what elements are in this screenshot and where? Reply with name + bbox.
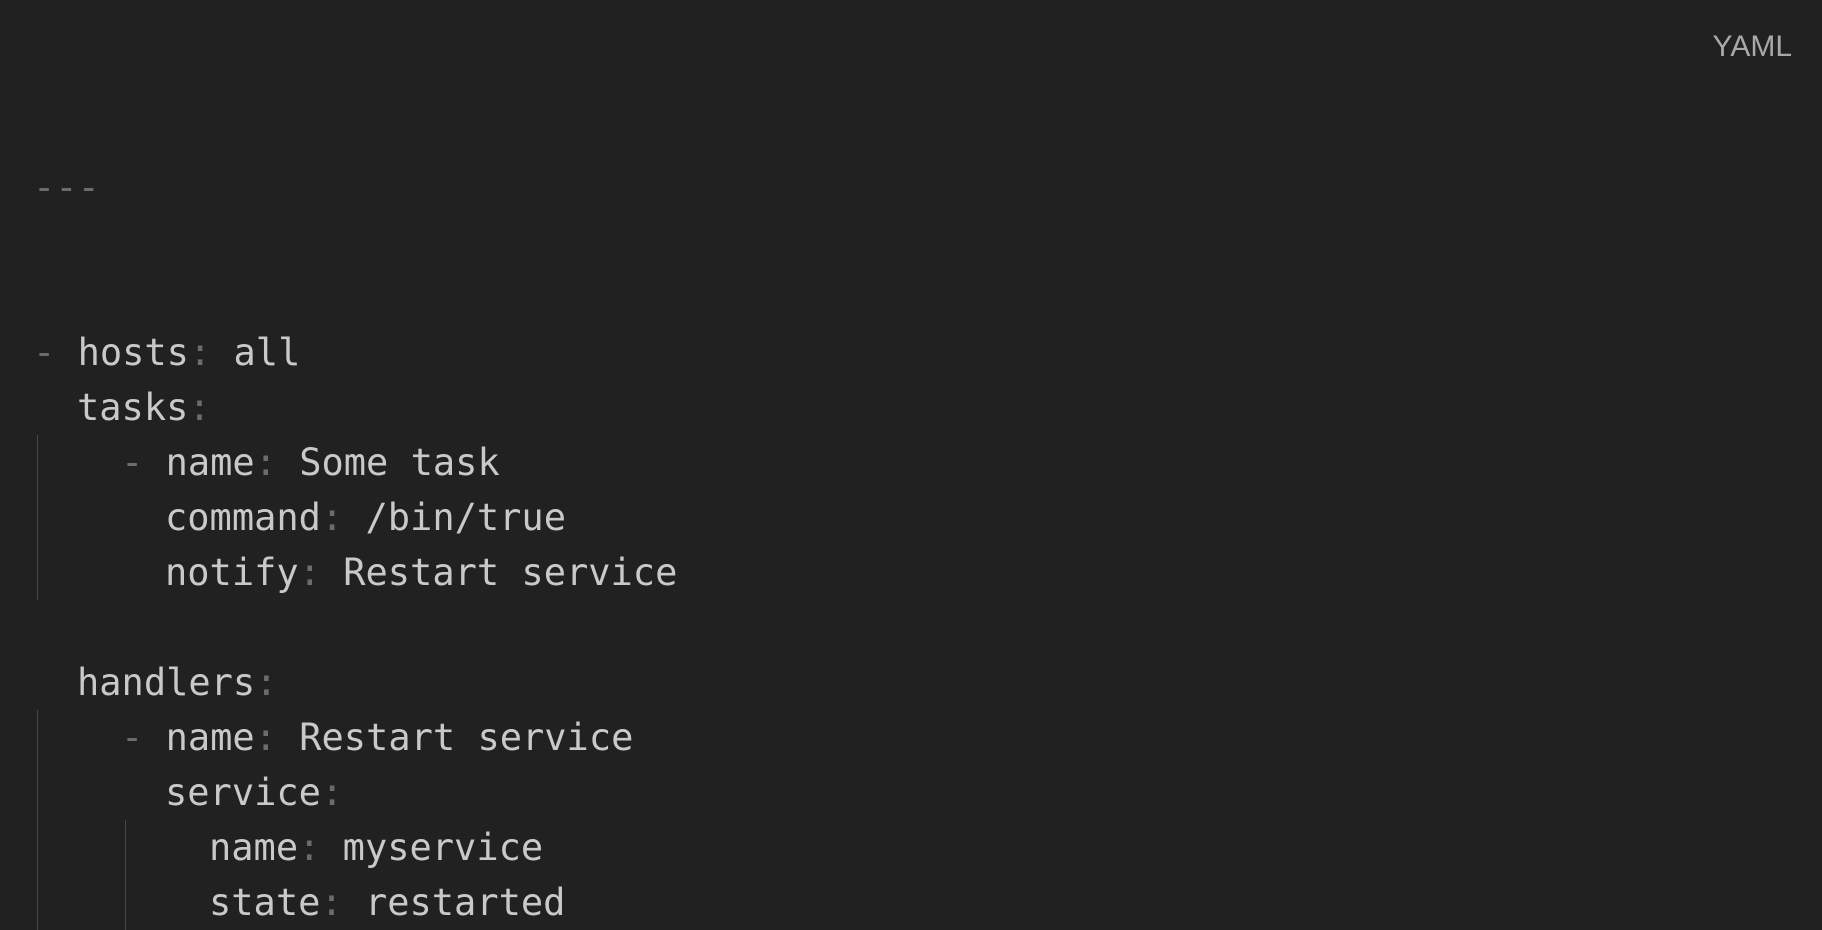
yaml-key: tasks: [77, 386, 189, 429]
yaml-key: command: [165, 496, 321, 539]
indent-guide: [33, 875, 77, 930]
yaml-value: all: [233, 331, 301, 374]
colon: :: [320, 881, 343, 924]
yaml-key: name: [165, 716, 255, 759]
colon: :: [298, 551, 321, 594]
yaml-key: name: [165, 441, 255, 484]
yaml-key: hosts: [77, 331, 189, 374]
code-line: handlers:: [33, 655, 677, 710]
colon: :: [188, 331, 212, 374]
indent-guide: [33, 545, 77, 600]
indent-guide: [121, 490, 165, 545]
colon: :: [188, 386, 211, 429]
code-line: name: myservice: [33, 820, 677, 875]
indent-guide: [77, 545, 121, 600]
code-line: - name: Some task: [33, 435, 677, 490]
colon: :: [320, 496, 344, 539]
code-content: --- - hosts: all tasks: - name: Some task c…: [33, 50, 677, 930]
list-dash: -: [121, 441, 166, 484]
indent-guide: [33, 820, 77, 875]
indent-guide: [121, 875, 165, 930]
code-line: tasks:: [33, 380, 677, 435]
yaml-key: notify: [165, 551, 299, 594]
indent-guide: [165, 875, 209, 930]
indent-guide: [121, 765, 165, 820]
yaml-value: Restart service: [343, 551, 678, 594]
yaml-value: restarted: [364, 881, 566, 924]
indent-guide: [33, 765, 77, 820]
indent-guide: [33, 435, 77, 490]
list-dash: -: [33, 331, 78, 374]
indent-guide: [77, 875, 121, 930]
indent-guide: [33, 655, 77, 710]
yaml-key: state: [209, 881, 321, 924]
colon: :: [255, 661, 278, 704]
code-line: notify: Restart service: [33, 545, 677, 600]
yaml-value: /bin/true: [365, 496, 566, 539]
yaml-key: name: [209, 826, 299, 869]
indent-guide: [121, 545, 165, 600]
code-line: state: restarted: [33, 875, 677, 930]
indent-guide: [33, 490, 77, 545]
indent-guide: [77, 710, 121, 765]
yaml-value: Restart service: [299, 716, 634, 759]
code-line: - hosts: all: [33, 325, 677, 380]
colon: :: [254, 716, 277, 759]
yaml-value: myservice: [342, 826, 544, 869]
colon: :: [254, 441, 277, 484]
colon: :: [298, 826, 321, 869]
yaml-key: service: [165, 771, 321, 814]
document-start-marker: ---: [33, 166, 100, 209]
indent-guide: [121, 820, 165, 875]
code-line-doc-start: ---: [33, 160, 677, 215]
yaml-value: Some task: [299, 441, 500, 484]
indent-guide: [77, 490, 121, 545]
code-line: - name: Restart service: [33, 710, 677, 765]
indent-guide: [77, 435, 121, 490]
language-label: YAML: [1712, 30, 1792, 63]
list-dash: -: [121, 716, 166, 759]
indent-guide: [33, 710, 77, 765]
indent-guide: [33, 380, 77, 435]
indent-guide: [77, 820, 121, 875]
code-line: service:: [33, 765, 677, 820]
indent-guide: [165, 820, 209, 875]
indent-guide: [77, 765, 121, 820]
code-line: command: /bin/true: [33, 490, 677, 545]
code-block: YAML --- - hosts: all tasks: - name: Some …: [0, 0, 1822, 930]
yaml-key: handlers: [77, 661, 256, 704]
colon: :: [320, 771, 344, 814]
